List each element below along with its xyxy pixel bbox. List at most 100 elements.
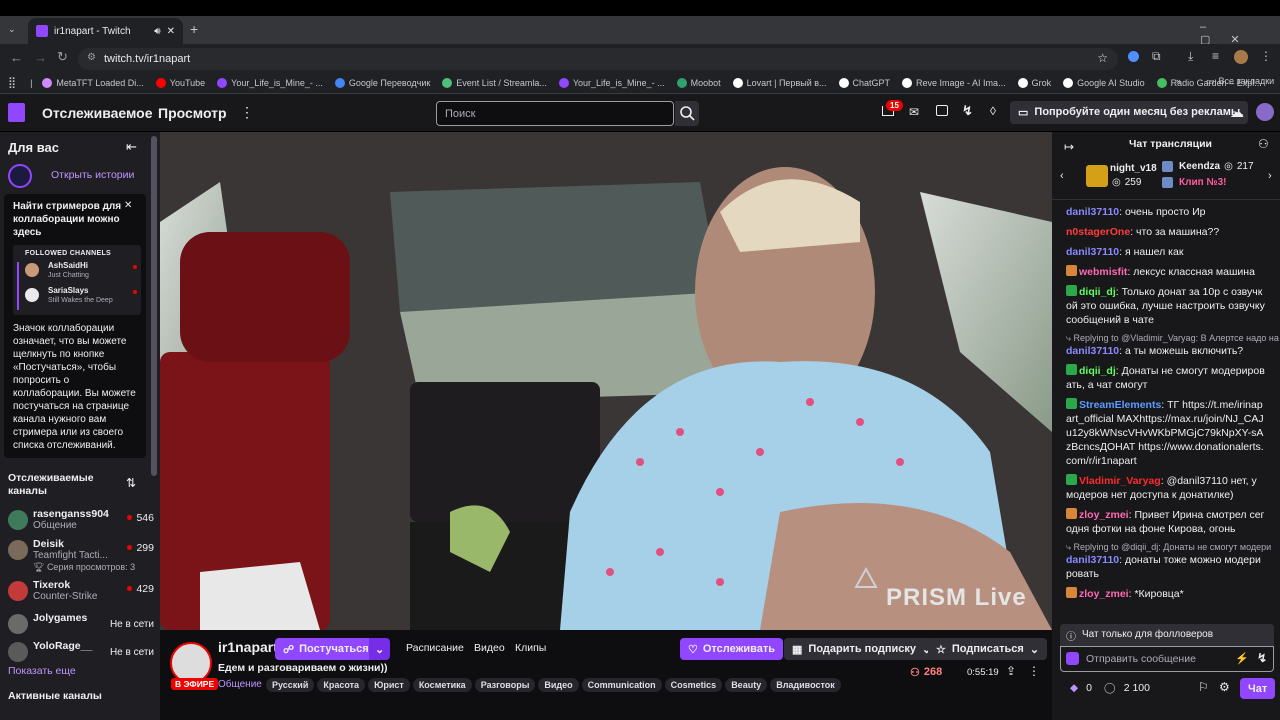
chat-input[interactable]: Отправить сообщение ⚡ ↯	[1060, 646, 1274, 672]
search-button[interactable]	[675, 101, 699, 126]
share-icon[interactable]: ⇪	[1006, 664, 1016, 678]
stream-tag[interactable]: Видео	[538, 678, 579, 692]
bookmark-item[interactable]: Event List / Streamla...	[442, 77, 547, 88]
chat-send-button[interactable]: Чат	[1240, 678, 1276, 699]
followed-channel[interactable]: Deisik Teamfight Tacti... 🏆︎ Серия просмот…	[8, 538, 154, 572]
chat-username[interactable]: danil37110	[1066, 345, 1119, 357]
video-player[interactable]: PRISM Live	[160, 132, 1052, 630]
knock-button[interactable]: ☍ Постучаться	[275, 638, 377, 660]
chat-username[interactable]: n0stagerOne	[1066, 226, 1130, 238]
hype-train-icon[interactable]: ⚐	[1198, 680, 1209, 694]
gift-sub-button[interactable]: ▦ Подарить подписку ⌄	[784, 638, 940, 660]
window-controls[interactable]: –▢✕	[1200, 21, 1280, 46]
chat-settings-icon[interactable]: ⚙	[1219, 680, 1230, 694]
hype-icon[interactable]: ↯	[962, 103, 973, 119]
bookmark-item[interactable]: Your_Life_is_Mine_- ...	[217, 77, 323, 88]
tab-videos[interactable]: Видео	[474, 642, 505, 654]
more-options-icon[interactable]: ⋮	[1028, 664, 1040, 678]
back-icon[interactable]: ←	[10, 50, 23, 65]
new-tab-button[interactable]: +	[190, 21, 198, 37]
follow-button[interactable]: ♡ Отслеживать	[680, 638, 784, 660]
collapse-chat-icon[interactable]: ↦	[1064, 140, 1074, 154]
chat-bubble-icon[interactable]	[936, 105, 948, 116]
nav-following[interactable]: Отслеживаемое	[42, 105, 153, 121]
chat-username[interactable]: danil37110	[1066, 246, 1119, 258]
bookmark-item[interactable]: ChatGPT	[838, 77, 890, 88]
stream-tag[interactable]: Разговоры	[474, 678, 536, 692]
reply-context[interactable]: ⤷ Replying to @Vladimir_Varyag: В Алертс…	[1052, 330, 1280, 344]
stream-tag[interactable]: Красота	[317, 678, 366, 692]
sort-icon[interactable]: ⇅	[126, 476, 136, 490]
chat-users-icon[interactable]: ⚇	[1258, 137, 1269, 151]
reply-context[interactable]: ⤷ Replying to @diqii_dj: Донаты не смогу…	[1052, 539, 1280, 553]
followed-channel[interactable]: Jolygames Не в сети	[8, 612, 154, 638]
apps-grid-icon[interactable]: ⣿	[8, 76, 16, 89]
followed-channel[interactable]: rasenganss904 Общение 546	[8, 508, 154, 534]
media-icon[interactable]: ≡	[1212, 49, 1219, 63]
close-tooltip-icon[interactable]: ✕	[124, 200, 132, 211]
ad-free-promo-button[interactable]: ▭ Попробуйте один месяц без рекламы	[1010, 101, 1249, 124]
twitch-logo-icon[interactable]	[8, 103, 25, 122]
bookmark-item[interactable]: Google Переводчик	[334, 77, 430, 88]
tab-audio-icon[interactable]: 🔊︎	[154, 26, 160, 37]
chat-username[interactable]: diqii_dj	[1079, 365, 1116, 377]
stream-tag[interactable]: Владивосток	[770, 678, 841, 692]
tab-close-icon[interactable]: ✕	[167, 26, 175, 37]
bookmark-item[interactable]: YouTube	[155, 77, 205, 88]
stories-avatar[interactable]	[8, 164, 32, 188]
reload-icon[interactable]: ↻	[57, 49, 68, 65]
chat-identity-icon[interactable]	[1066, 652, 1079, 665]
url-field[interactable]: ⚙ twitch.tv/ir1napart ☆	[78, 48, 1118, 70]
tab-clips[interactable]: Клипы	[515, 642, 546, 654]
browser-tab-active[interactable]: ir1napart - Twitch 🔊︎ ✕	[28, 18, 183, 44]
bookmark-item[interactable]: Lovart | Первый в...	[732, 77, 827, 88]
show-more-link[interactable]: Показать еще	[8, 665, 76, 677]
sidebar-scrollbar[interactable]	[151, 136, 157, 476]
bookmark-item[interactable]: Grok	[1017, 77, 1051, 88]
user-avatar[interactable]	[1256, 103, 1274, 121]
cloud-icon[interactable]: ☁	[1230, 104, 1244, 121]
channel-name[interactable]: ir1napart	[218, 639, 278, 655]
bits-icon[interactable]: ◊	[990, 104, 996, 118]
tab-schedule[interactable]: Расписание	[406, 642, 464, 654]
chat-username[interactable]: webmisfit	[1079, 266, 1127, 278]
stream-tag[interactable]: Communication	[581, 678, 662, 692]
category-link[interactable]: Общение	[218, 679, 262, 690]
subscribe-button[interactable]: ☆ Подписаться ⌄	[928, 638, 1048, 660]
more-menu-icon[interactable]: ⋮	[240, 104, 254, 121]
tab-search-icon[interactable]: ⌄	[8, 24, 16, 35]
download-icon[interactable]: ⤓	[1188, 49, 1193, 64]
chat-username[interactable]: zloy_zmei	[1079, 509, 1129, 521]
carousel-next-icon[interactable]: ›	[1268, 170, 1272, 182]
chat-username[interactable]: danil37110	[1066, 206, 1119, 218]
more-bookmarks-icon[interactable]: »	[1176, 76, 1181, 86]
bookmark-item[interactable]: Your_Life_is_Mine_- ...	[558, 77, 665, 88]
chat-username[interactable]: Vladimir_Varyag	[1079, 475, 1161, 487]
clip-item[interactable]: Клип №3!	[1162, 177, 1226, 188]
stream-tag[interactable]: Косметика	[412, 678, 472, 692]
chat-tool-icon[interactable]: ⚡	[1235, 652, 1249, 665]
bookmark-item[interactable]: Moobot	[676, 77, 721, 88]
search-input[interactable]: Поиск	[436, 101, 674, 126]
site-info-icon[interactable]: ⚙	[87, 52, 96, 63]
bookmark-star-icon[interactable]: ☆	[1097, 51, 1108, 65]
emote-icon[interactable]: ↯	[1257, 651, 1267, 665]
stream-tag[interactable]: Beauty	[725, 678, 768, 692]
chat-username[interactable]: diqii_dj	[1079, 286, 1116, 298]
chat-username[interactable]: zloy_zmei	[1079, 588, 1129, 600]
bookmark-item[interactable]: MetaTFT Loaded Di...	[42, 77, 144, 88]
chat-username[interactable]: StreamElements	[1079, 399, 1161, 411]
extension-icon[interactable]	[1128, 51, 1139, 62]
stream-tag[interactable]: Cosmetics	[664, 678, 723, 692]
stream-tag[interactable]: Русский	[266, 678, 315, 692]
profile-avatar[interactable]	[1234, 50, 1248, 64]
carousel-prev-icon[interactable]: ‹	[1060, 170, 1064, 182]
browser-menu-icon[interactable]: ⋮	[1260, 49, 1272, 63]
stream-tag[interactable]: Юрист	[368, 678, 410, 692]
chat-username[interactable]: danil37110	[1066, 554, 1119, 566]
knock-dropdown-icon[interactable]: ⌄	[369, 638, 391, 660]
channel-points-icon[interactable]: ◯	[1104, 682, 1116, 694]
forward-icon[interactable]: →	[34, 50, 47, 65]
bookmark-item[interactable]: Reve Image - AI Ima...	[902, 77, 1006, 88]
followed-channel[interactable]: YoloRage__ Не в сети	[8, 640, 154, 666]
